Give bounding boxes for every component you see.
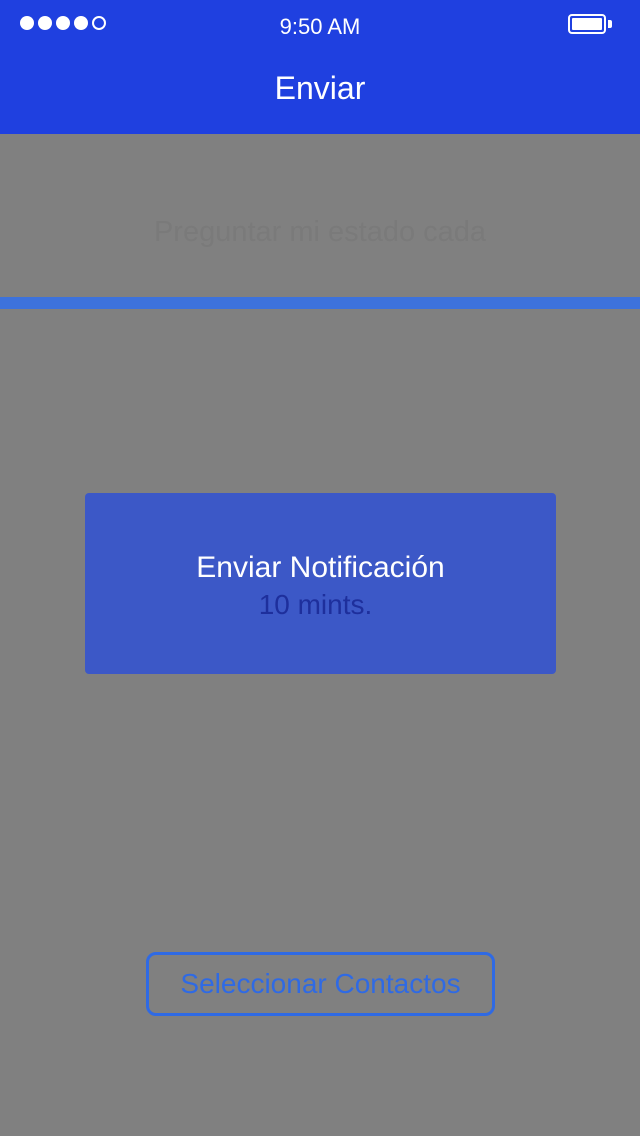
battery-icon	[568, 14, 606, 34]
status-time: 9:50 AM	[279, 14, 361, 39]
notification-dialog[interactable]: Enviar Notificación 10 mints.	[85, 493, 556, 674]
dialog-interval-value: 10 mints.	[258, 589, 373, 620]
status-bar: 9:50 AM	[0, 0, 640, 52]
select-contacts-button[interactable]: Seleccionar Contactos	[146, 952, 495, 1016]
battery-level	[572, 18, 602, 30]
interval-slider[interactable]	[0, 297, 640, 309]
ask-interval-label: Preguntar mi estado cada	[153, 216, 487, 248]
dialog-title: Enviar Notificación	[196, 551, 445, 584]
app-screen: 9:50 AM Enviar Preguntar mi estado cada …	[0, 0, 640, 1136]
header-bar: 9:50 AM Enviar	[0, 0, 640, 134]
page-title: Enviar	[274, 70, 366, 106]
battery-tip	[608, 20, 612, 28]
